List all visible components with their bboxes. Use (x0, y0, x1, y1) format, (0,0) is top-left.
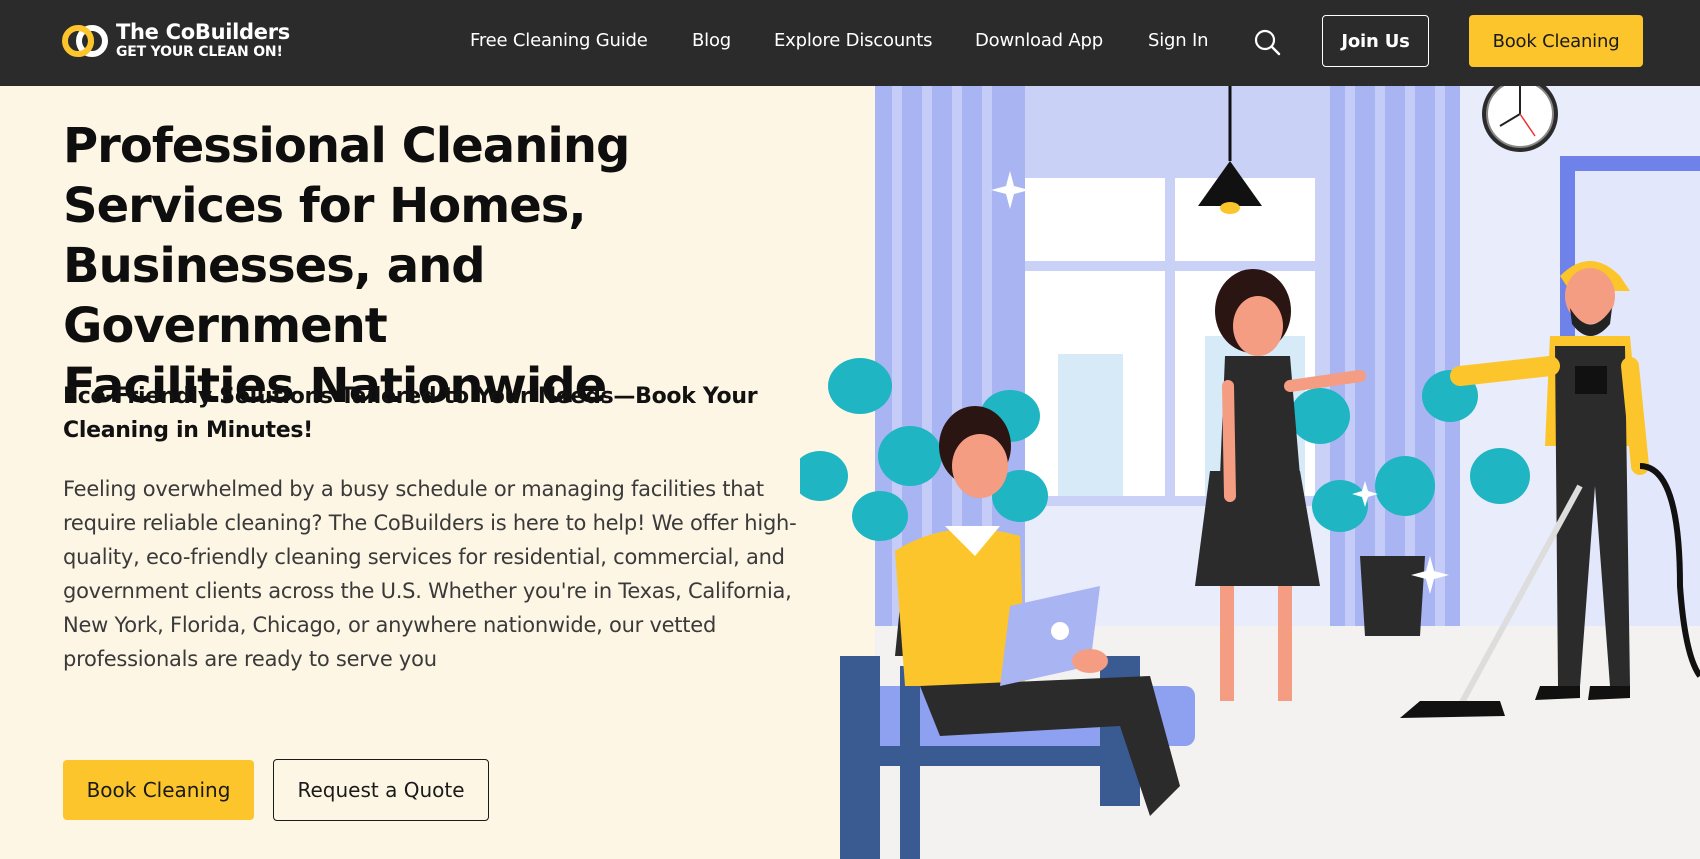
hero-subtitle: Eco-Friendly Solutions Tailored to Your … (63, 384, 758, 443)
hero-description: Feeling overwhelmed by a busy schedule o… (63, 477, 797, 671)
site-header: The CoBuilders GET YOUR CLEAN ON! Free C… (0, 0, 1700, 86)
nav-sign-in[interactable]: Sign In (1148, 30, 1209, 51)
brand-name: The CoBuilders (116, 20, 290, 44)
nav-blog[interactable]: Blog (692, 30, 731, 51)
hero-title: Professional Cleaning Services for Homes… (63, 118, 630, 414)
brand-logo[interactable]: The CoBuilders GET YOUR CLEAN ON! (62, 22, 290, 59)
hero-illustration (800, 86, 1700, 859)
book-cleaning-button[interactable]: Book Cleaning (63, 760, 254, 820)
nav-explore-discounts[interactable]: Explore Discounts (774, 30, 932, 51)
nav-free-cleaning-guide[interactable]: Free Cleaning Guide (470, 30, 648, 51)
search-icon[interactable] (1253, 28, 1281, 56)
brand-tagline: GET YOUR CLEAN ON! (116, 44, 283, 60)
request-quote-button[interactable]: Request a Quote (273, 759, 489, 821)
join-us-button[interactable]: Join Us (1322, 15, 1429, 67)
nav-download-app[interactable]: Download App (975, 30, 1103, 51)
logo-mark-icon (62, 24, 108, 57)
header-book-cleaning-button[interactable]: Book Cleaning (1469, 15, 1643, 67)
